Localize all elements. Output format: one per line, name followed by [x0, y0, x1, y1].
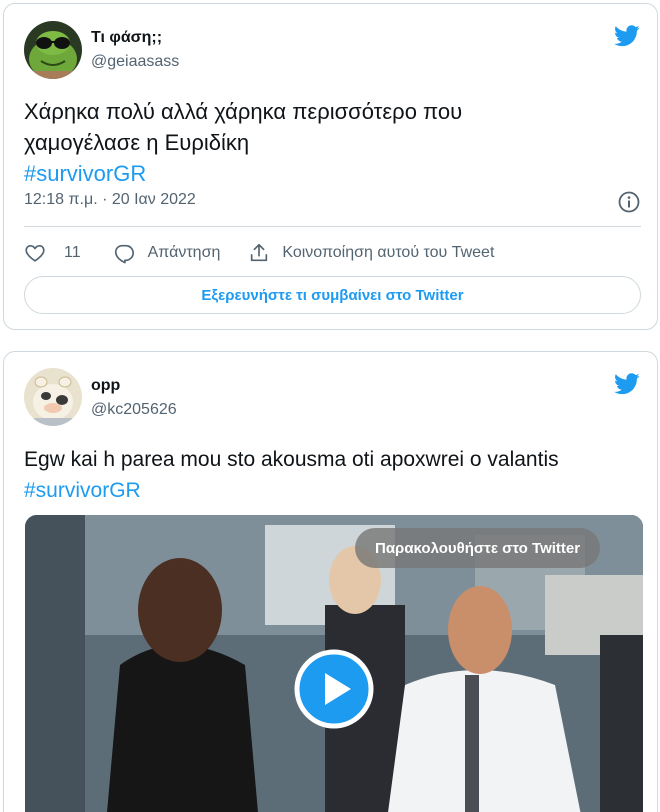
heart-icon	[25, 245, 45, 262]
twitter-bird-icon[interactable]	[614, 25, 640, 47]
info-icon[interactable]	[617, 190, 641, 214]
divider	[24, 226, 641, 227]
twitter-bird-icon[interactable]	[614, 373, 640, 395]
author-name[interactable]: Τι φάση;;	[91, 29, 162, 47]
hashtag-link[interactable]: #survivorGR	[24, 475, 637, 506]
tweet-timestamp[interactable]: 12:18 π.μ. · 20 Ιαν 2022	[24, 191, 196, 209]
tweet-text-line: χαμογέλασε η Ευριδίκη	[24, 130, 250, 155]
tweet-text-line: Χάρηκα πολύ αλλά χάρηκα περισσότερο που	[24, 99, 463, 124]
video-media[interactable]: Παρακολουθήστε στο Twitter	[25, 515, 643, 812]
avatar[interactable]	[24, 21, 82, 79]
reply-button[interactable]: Απάντηση	[113, 242, 221, 264]
watch-on-twitter-button[interactable]: Παρακολουθήστε στο Twitter	[355, 528, 601, 568]
tweet-text-line: Egw kai h parea mou sto akousma oti apox…	[24, 448, 559, 471]
share-icon	[251, 243, 268, 262]
tweet-text: Χάρηκα πολύ αλλά χάρηκα περισσότερο που …	[24, 96, 637, 189]
reply-label: Απάντηση	[147, 244, 221, 261]
like-button[interactable]: 11	[24, 242, 81, 264]
tweet-text: Egw kai h parea mou sto akousma oti apox…	[24, 444, 637, 506]
tweet-card[interactable]: Τι φάση;; @geiaasass Χάρηκα πολύ αλλά χά…	[3, 3, 658, 330]
tweet-actions: 11 Απάντηση Κοινοποίηση αυτού του Tweet	[24, 240, 494, 266]
explore-twitter-button[interactable]: Εξερευνήστε τι συμβαίνει στο Twitter	[24, 276, 641, 314]
author-handle[interactable]: @kc205626	[91, 401, 177, 419]
like-count: 11	[64, 244, 81, 261]
hashtag-link[interactable]: #survivorGR	[24, 158, 637, 189]
play-icon[interactable]	[294, 649, 374, 729]
share-label: Κοινοποίηση αυτού του Tweet	[282, 244, 495, 261]
author-name[interactable]: opp	[91, 377, 120, 395]
author-handle[interactable]: @geiaasass	[91, 53, 179, 71]
avatar[interactable]	[24, 368, 82, 426]
reply-bubble-icon	[114, 244, 134, 264]
share-button[interactable]: Κοινοποίηση αυτού του Tweet	[248, 242, 494, 264]
tweet-card[interactable]: opp @kc205626 Egw kai h parea mou sto ak…	[3, 351, 658, 812]
